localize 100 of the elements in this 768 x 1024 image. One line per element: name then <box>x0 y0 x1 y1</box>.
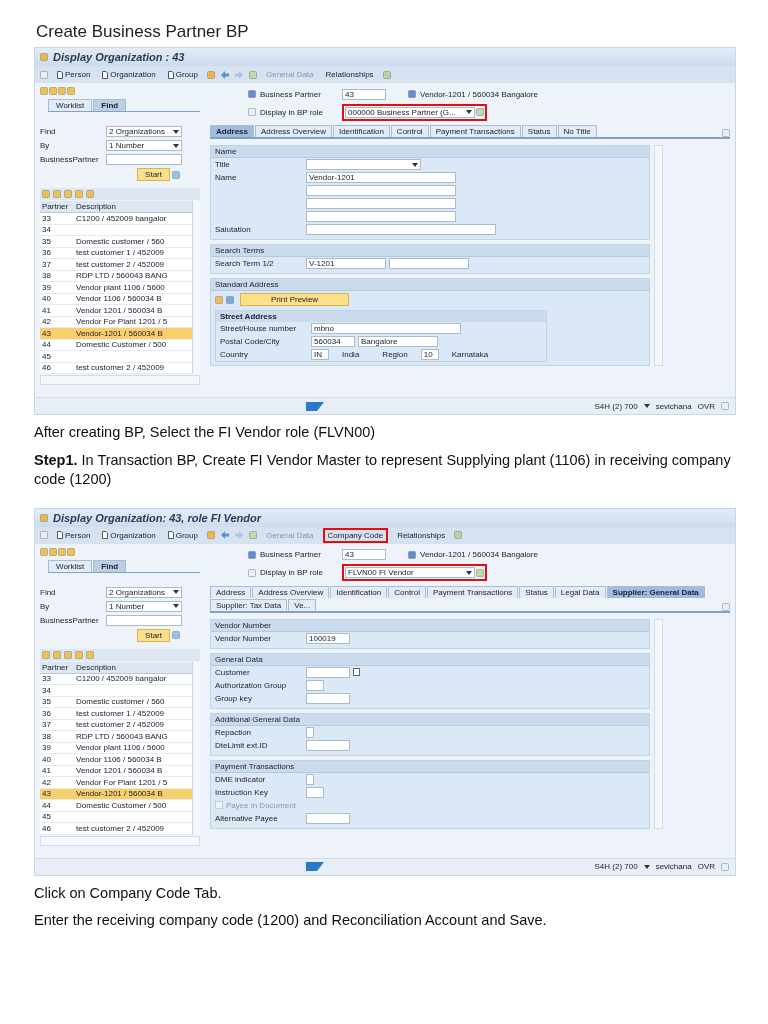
input-field[interactable]: Vendor-1201 <box>306 172 456 183</box>
input-field[interactable] <box>306 185 456 196</box>
dropdown[interactable]: 1 Number <box>106 600 182 612</box>
tab[interactable]: Identification <box>332 125 390 137</box>
tab[interactable]: Ve... <box>288 598 317 611</box>
table-row[interactable]: 42 Vendor For Plant 1201 / 5 <box>40 777 192 789</box>
dropdown[interactable]: 2 Organizations <box>106 586 182 598</box>
column-header[interactable]: Partner <box>40 202 76 211</box>
table-row[interactable]: 41 Vendor 1201 / 560034 B <box>40 305 192 317</box>
horizontal-scrollbar[interactable] <box>40 835 200 846</box>
toolbar-button[interactable]: Organization <box>99 529 159 541</box>
forward-arrow-icon[interactable] <box>234 70 243 79</box>
input-field[interactable]: mbno <box>311 323 461 334</box>
table-row[interactable]: 34 <box>40 685 192 697</box>
input-field[interactable] <box>306 726 314 738</box>
toolbar-button[interactable]: Relationships <box>394 529 449 541</box>
table-row[interactable]: 40 Vendor 1106 / 560034 B <box>40 754 192 766</box>
forward-arrow-icon[interactable] <box>234 531 243 540</box>
field-label: Find <box>40 587 57 597</box>
toolbar-button[interactable]: Company Code <box>322 527 389 543</box>
table-row[interactable]: 45 <box>40 351 192 363</box>
input-field[interactable]: V-1201 <box>306 258 386 269</box>
table-row[interactable]: 37 test customer 2 / 452009 <box>40 259 192 271</box>
input-field[interactable] <box>389 258 469 269</box>
tab[interactable]: No Title <box>557 125 597 137</box>
tab[interactable]: Address <box>210 585 252 598</box>
tab[interactable]: Supplier: General Data <box>606 585 705 598</box>
toolbar-button[interactable]: Person <box>54 529 94 541</box>
dropdown[interactable]: 2 Organizations <box>106 126 182 137</box>
tab[interactable]: Legal Data <box>554 585 606 598</box>
input-field[interactable]: IN <box>311 349 329 360</box>
document-icon <box>57 531 63 540</box>
input-field[interactable]: Bangalore <box>358 336 438 347</box>
worklist-tab[interactable]: Worklist <box>48 99 93 111</box>
tab[interactable]: Payment Transactions <box>429 125 521 137</box>
worklist-tab[interactable]: Worklist <box>48 559 93 572</box>
table-row[interactable]: 35 Domestic customer / 560 <box>40 236 192 248</box>
tab[interactable]: Status <box>519 585 554 598</box>
column-header[interactable]: Description <box>76 202 116 211</box>
toolbar-button[interactable]: Organization <box>99 69 159 80</box>
scrollbar[interactable] <box>654 618 663 829</box>
tab[interactable]: Payment Transactions <box>427 585 519 598</box>
back-arrow-icon[interactable] <box>220 70 229 79</box>
input-field[interactable] <box>106 614 182 626</box>
input-field[interactable]: 560034 <box>311 336 355 347</box>
input-mode: OVR <box>697 401 715 411</box>
start-button[interactable]: Start <box>137 168 170 181</box>
column-header[interactable]: Partner <box>40 662 76 672</box>
dropdown[interactable]: 1 Number <box>106 140 182 151</box>
input-field[interactable] <box>306 812 350 824</box>
start-button[interactable]: Start <box>137 628 170 642</box>
toolbar-button[interactable]: Relationships <box>322 69 377 80</box>
input-field[interactable] <box>306 198 456 209</box>
input-field[interactable]: 10 <box>420 349 439 360</box>
back-arrow-icon[interactable] <box>220 531 229 540</box>
input-field[interactable] <box>306 786 324 798</box>
tab[interactable]: Address <box>210 125 254 137</box>
toolbar-button[interactable]: Person <box>54 69 94 80</box>
scrollbar[interactable] <box>654 145 663 366</box>
tab[interactable]: Control <box>390 125 429 137</box>
table-row[interactable]: 36 test customer 1 / 452009 <box>40 708 192 720</box>
input-field[interactable] <box>306 773 314 785</box>
tab[interactable]: Supplier: Tax Data <box>210 598 288 611</box>
input-field[interactable]: 100019 <box>306 632 350 644</box>
input-field[interactable] <box>306 679 324 691</box>
input-field[interactable] <box>106 154 182 165</box>
tab[interactable]: Status <box>521 125 557 137</box>
table-row[interactable]: 43 Vendor-1201 / 560034 B <box>40 328 192 340</box>
tab[interactable]: Address Overview <box>252 585 330 598</box>
dropdown[interactable]: 000000 Business Partner (G... <box>345 106 475 118</box>
tab[interactable]: Control <box>388 585 426 598</box>
input-field[interactable] <box>306 666 350 678</box>
print-preview-button[interactable]: Print Preview <box>240 293 350 306</box>
scrollbar[interactable] <box>192 661 200 835</box>
scrollbar[interactable] <box>192 201 200 374</box>
table-row[interactable]: 46 test customer 2 / 452009 <box>40 823 192 835</box>
worklist-tab[interactable]: Find <box>93 99 127 111</box>
field-label: Display in BP role <box>260 568 324 578</box>
tab[interactable]: Identification <box>330 585 388 598</box>
input-field[interactable]: 43 <box>342 549 386 561</box>
table-row[interactable]: 44 Domestic Customer / 500 <box>40 800 192 812</box>
input-field[interactable] <box>306 211 456 222</box>
worklist-tab[interactable]: Find <box>93 559 127 572</box>
table-row[interactable]: 33 C1200 / 452009 bangalor <box>40 213 192 225</box>
dropdown[interactable]: FLVN00 FI Vendor <box>345 567 475 579</box>
tab[interactable]: Address Overview <box>255 125 332 137</box>
input-field[interactable] <box>306 224 496 235</box>
input-field[interactable]: 43 <box>342 88 386 100</box>
value-help-icon[interactable] <box>353 668 360 677</box>
field-text: India <box>342 350 360 359</box>
toolbar-button[interactable]: Group <box>164 69 201 80</box>
dropdown[interactable] <box>306 159 421 170</box>
document-icon <box>167 531 174 540</box>
input-field[interactable] <box>306 739 350 751</box>
column-header[interactable]: Description <box>76 662 116 672</box>
input-field[interactable] <box>306 692 350 704</box>
horizontal-scrollbar[interactable] <box>40 375 200 385</box>
toolbar-button[interactable]: Group <box>164 529 201 541</box>
table-row[interactable]: 39 Vendor plant 1106 / 5600 <box>40 282 192 294</box>
table-row[interactable]: 38 RDP LTD / 560043 BANG <box>40 731 192 743</box>
